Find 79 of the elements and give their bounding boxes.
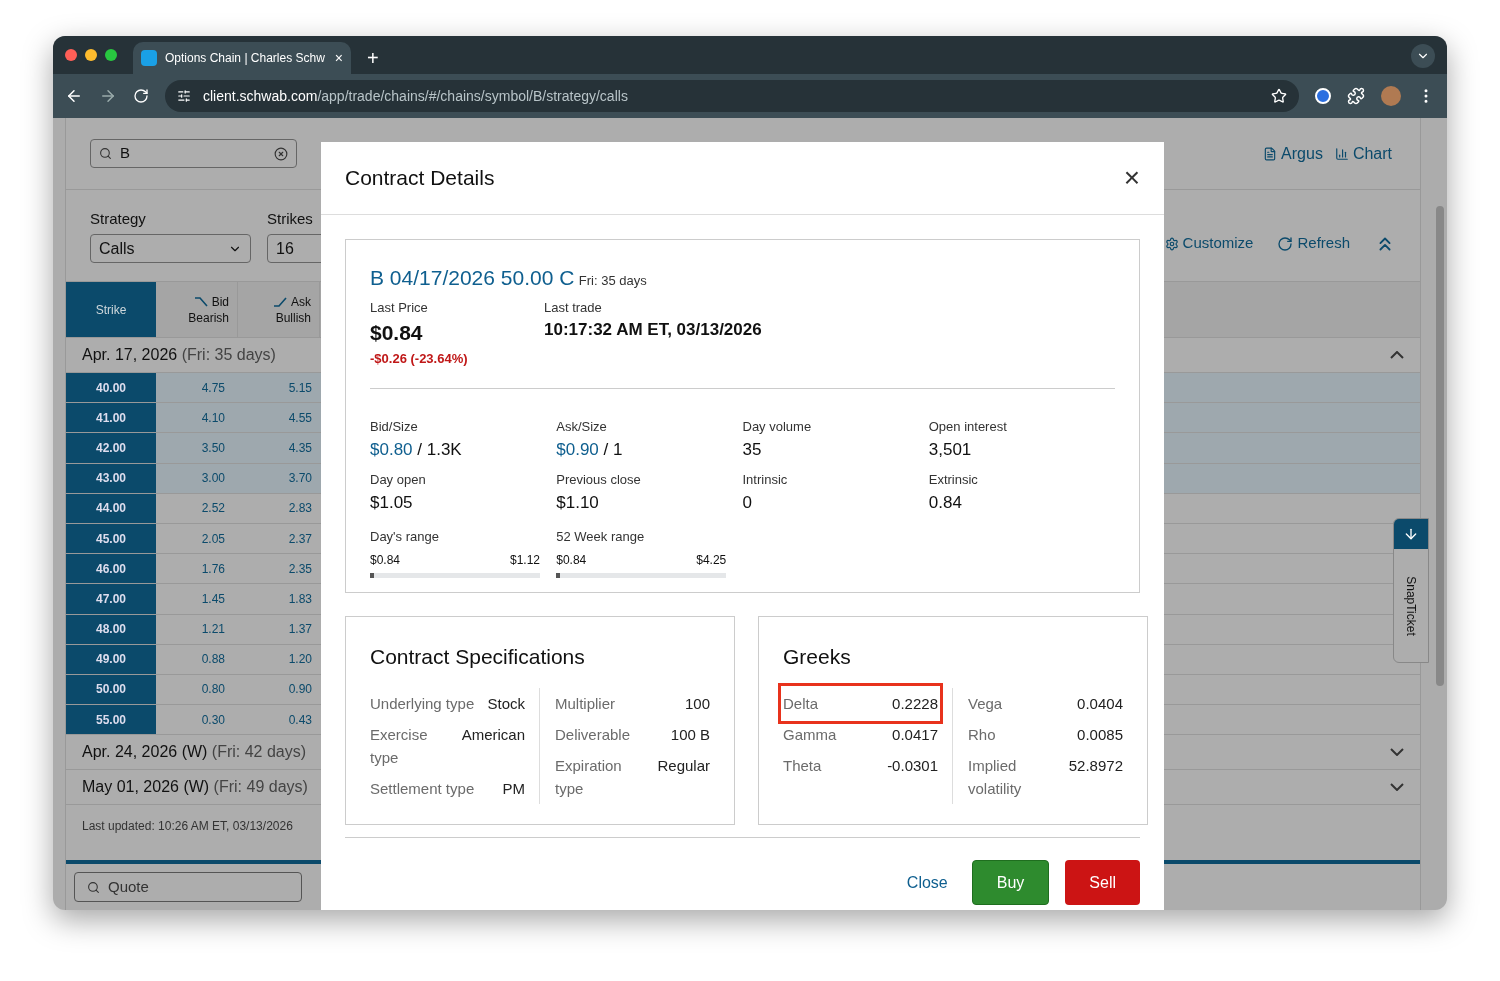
stat-value: $0.90 / 1 bbox=[556, 438, 624, 461]
range-high: $1.12 bbox=[509, 551, 540, 569]
spec-label: Expiration type bbox=[555, 756, 623, 799]
strategy-label: Strategy bbox=[90, 208, 147, 229]
spec-value: 52.8972 bbox=[1068, 756, 1123, 776]
spec-label: Theta bbox=[783, 756, 822, 776]
stat-label: Bid/Size bbox=[370, 418, 419, 436]
spec-label: Exercise type bbox=[370, 725, 429, 768]
spec-value: 100 B bbox=[670, 725, 710, 745]
stat-label: Day volume bbox=[742, 418, 813, 436]
spec-label: Vega bbox=[968, 694, 1003, 714]
last-trade-time: 10:17:32 AM ET, 03/13/2026 bbox=[544, 319, 762, 341]
spec-label: Delta bbox=[783, 694, 819, 714]
spec-value: 0.0085 bbox=[1077, 725, 1123, 745]
last-updated-text: Last updated: 10:26 AM ET, 03/13/2026 bbox=[82, 818, 293, 836]
spec-value: 0.0417 bbox=[892, 725, 938, 745]
contract-days: Fri: 35 days bbox=[578, 273, 647, 288]
spec-value: American bbox=[461, 725, 525, 745]
spec-label: Underlying type bbox=[370, 694, 475, 714]
strike-cell: 55.00 bbox=[66, 705, 156, 735]
spec-label: Multiplier bbox=[555, 694, 615, 714]
last-price: $0.84 bbox=[370, 320, 424, 346]
last-price-label: Last Price bbox=[370, 298, 429, 317]
stat-label: Extrinsic bbox=[928, 471, 979, 489]
range-high: $4.25 bbox=[696, 551, 727, 569]
range-low: $0.84 bbox=[556, 551, 587, 569]
range-label: 52 Week range bbox=[556, 528, 646, 546]
stat-label: Day open bbox=[370, 471, 427, 489]
stat-value: 35 bbox=[742, 438, 763, 461]
strikes-label: Strikes bbox=[267, 208, 314, 229]
stat-label: Ask/Size bbox=[556, 418, 608, 436]
strike-cell: 45.00 bbox=[66, 523, 156, 554]
snapticket-label: SnapTicket bbox=[1403, 575, 1419, 636]
stat-value: 0 bbox=[742, 491, 753, 514]
column-sublabel: Bullish bbox=[275, 309, 311, 326]
stat-label: Intrinsic bbox=[742, 471, 789, 489]
spec-value: Stock bbox=[487, 694, 525, 714]
url-text: client.schwab.com/app/trade/chains/#/chains/symbol/B/strategy/calls bbox=[203, 86, 628, 106]
section-title: Contract Specifications bbox=[370, 644, 585, 668]
dialog-title: Contract Details bbox=[345, 165, 495, 192]
strike-cell: 48.00 bbox=[66, 614, 156, 644]
strike-cell: 47.00 bbox=[66, 584, 156, 614]
column-label: Ask bbox=[291, 293, 311, 310]
spec-label: Implied volatility bbox=[968, 756, 1023, 799]
column-label: Bid bbox=[211, 293, 229, 310]
strike-cell: 41.00 bbox=[66, 403, 156, 433]
spec-value: -0.0301 bbox=[887, 756, 938, 776]
strike-cell: 44.00 bbox=[66, 493, 156, 523]
range-low: $0.84 bbox=[370, 551, 401, 569]
stat-value: $1.10 bbox=[556, 491, 600, 514]
stat-value: $1.05 bbox=[370, 491, 414, 514]
spec-label: Deliverable bbox=[555, 725, 631, 745]
stat-label: Open interest bbox=[928, 418, 1008, 436]
strike-cell: 49.00 bbox=[66, 644, 156, 674]
strike-cell: 46.00 bbox=[66, 554, 156, 584]
spec-value: 100 bbox=[684, 694, 710, 714]
tab-title: Options Chain | Charles Schw bbox=[165, 50, 325, 67]
spec-label: Rho bbox=[968, 725, 996, 745]
stat-value: 0.84 bbox=[928, 491, 963, 514]
spec-value: 0.2228 bbox=[892, 694, 938, 714]
section-title: Greeks bbox=[783, 644, 851, 668]
search-value: B bbox=[120, 143, 130, 164]
spec-value: 0.0404 bbox=[1077, 694, 1123, 714]
spec-value: Regular bbox=[657, 756, 710, 776]
spec-value: PM bbox=[502, 779, 525, 799]
spec-label: Gamma bbox=[783, 725, 837, 745]
contract-symbol: B 04/17/2026 50.00 C bbox=[370, 266, 575, 289]
strike-cell: 40.00 bbox=[66, 373, 156, 403]
strike-cell: 43.00 bbox=[66, 463, 156, 493]
stat-value: $0.80 / 1.3K bbox=[370, 438, 463, 461]
strike-cell: 42.00 bbox=[66, 433, 156, 463]
column-sublabel: Bearish bbox=[188, 309, 229, 326]
stat-value: 3,501 bbox=[928, 438, 973, 461]
range-label: Day's range bbox=[370, 528, 440, 546]
last-trade-label: Last trade bbox=[544, 298, 603, 317]
stat-label: Previous close bbox=[556, 471, 642, 489]
spec-label: Settlement type bbox=[370, 779, 475, 799]
strike-cell: 50.00 bbox=[66, 674, 156, 705]
price-change: -$0.26 (-23.64%) bbox=[370, 349, 469, 368]
